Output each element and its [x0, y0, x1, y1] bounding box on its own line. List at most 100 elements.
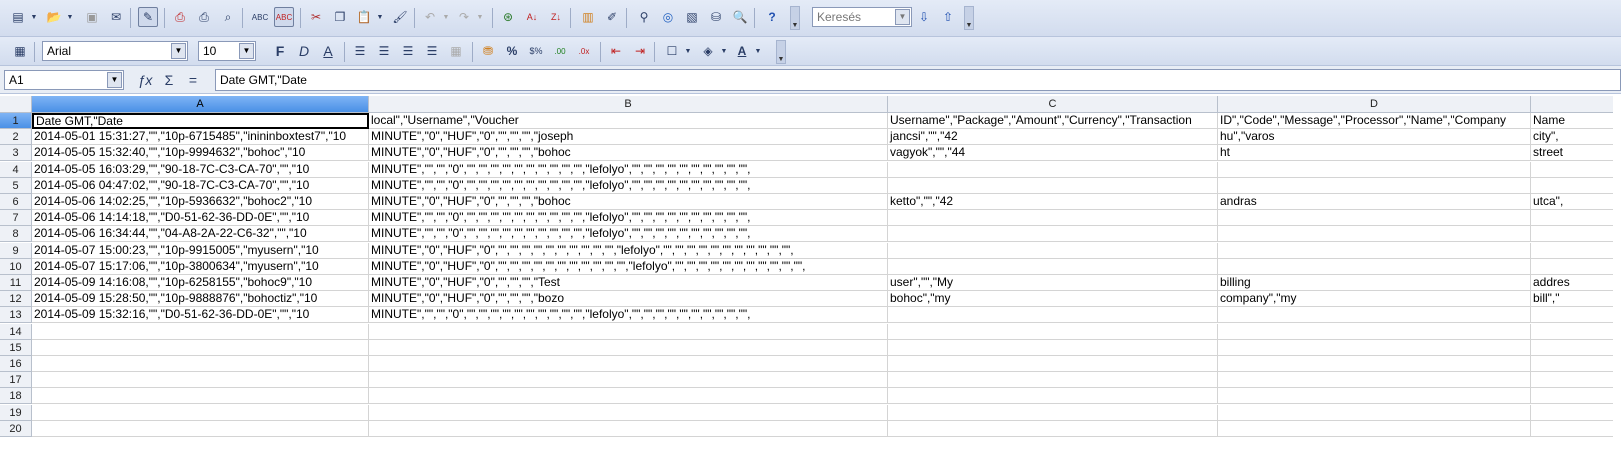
- row-header[interactable]: 20: [0, 420, 32, 437]
- font-color-dropdown-icon[interactable]: ▼: [752, 41, 764, 61]
- cell-b4[interactable]: MINUTE","","","0","","","","","","","","…: [369, 161, 888, 178]
- cell-d12[interactable]: company","my: [1218, 291, 1531, 308]
- cell-b3[interactable]: MINUTE","0","HUF","0","","","","bohoc: [369, 145, 888, 162]
- print-preview-icon[interactable]: ⌕: [218, 7, 238, 27]
- cell-e2[interactable]: city",: [1531, 129, 1621, 146]
- cell-c3[interactable]: vagyok","","44: [888, 145, 1218, 162]
- cell-a7[interactable]: 2014-05-06 14:14:18,"","D0-51-62-36-DD-0…: [32, 210, 369, 227]
- gallery-icon[interactable]: ▧: [682, 7, 702, 27]
- row-header[interactable]: 14: [0, 323, 32, 340]
- pdf-icon[interactable]: ⎙: [170, 7, 190, 27]
- formula-input[interactable]: Date GMT,"Date: [215, 69, 1621, 91]
- underline-button[interactable]: A: [318, 41, 338, 61]
- cell-a9[interactable]: 2014-05-07 15:00:23,"","10p-9915005","my…: [32, 242, 369, 259]
- redo-dropdown-icon[interactable]: ▼: [474, 7, 486, 27]
- row-header[interactable]: 3: [0, 145, 32, 162]
- cell-b16[interactable]: [369, 356, 888, 372]
- merge-cells-icon[interactable]: ▦: [446, 41, 466, 61]
- cell-c9[interactable]: [888, 242, 1218, 259]
- cell-c1[interactable]: Username","Package","Amount","Currency",…: [888, 113, 1218, 129]
- borders-icon[interactable]: ☐: [662, 41, 682, 61]
- row-header[interactable]: 10: [0, 258, 32, 275]
- new-icon[interactable]: ▤: [8, 7, 28, 27]
- cell-a1[interactable]: Date GMT,"Date: [32, 113, 369, 129]
- cell-e10[interactable]: [1531, 258, 1621, 275]
- cell-e16[interactable]: [1531, 356, 1621, 372]
- currency-format-icon[interactable]: ⛃: [478, 41, 498, 61]
- cell-c16[interactable]: [888, 356, 1218, 372]
- cell-d8[interactable]: [1218, 226, 1531, 243]
- row-header[interactable]: 7: [0, 210, 32, 227]
- cell-e19[interactable]: [1531, 404, 1621, 421]
- row-header[interactable]: 16: [0, 356, 32, 372]
- align-right-icon[interactable]: ☰: [398, 41, 418, 61]
- copy-icon[interactable]: ❐: [330, 7, 350, 27]
- borders-dropdown-icon[interactable]: ▼: [682, 41, 694, 61]
- find-next-icon[interactable]: ⇩: [914, 7, 934, 27]
- cell-e12[interactable]: bill",": [1531, 291, 1621, 308]
- cell-d15[interactable]: [1218, 339, 1531, 356]
- column-header-b[interactable]: B: [369, 96, 888, 113]
- align-left-icon[interactable]: ☰: [350, 41, 370, 61]
- cell-b15[interactable]: [369, 339, 888, 356]
- cell-c2[interactable]: jancsi","","42: [888, 129, 1218, 146]
- cell-a2[interactable]: 2014-05-01 15:31:27,"","10p-6715485","in…: [32, 129, 369, 146]
- justify-icon[interactable]: ☰: [422, 41, 442, 61]
- row-header[interactable]: 1: [0, 113, 32, 129]
- function-icon[interactable]: =: [182, 71, 204, 89]
- undo-dropdown-icon[interactable]: ▼: [440, 7, 452, 27]
- draw-functions-icon[interactable]: ✐: [602, 7, 622, 27]
- chevron-down-icon[interactable]: ▼: [171, 43, 186, 59]
- row-header[interactable]: 13: [0, 307, 32, 324]
- cell-e13[interactable]: [1531, 307, 1621, 324]
- cell-a16[interactable]: [32, 356, 369, 372]
- toolbar-overflow-icon[interactable]: ▼: [776, 40, 786, 64]
- cell-c20[interactable]: [888, 420, 1218, 437]
- cell-c11[interactable]: user","","My: [888, 275, 1218, 291]
- paste-icon[interactable]: 📋: [354, 7, 374, 27]
- cell-d7[interactable]: [1218, 210, 1531, 227]
- autospellcheck-icon[interactable]: ABC: [274, 7, 294, 27]
- cell-b13[interactable]: MINUTE","","","0","","","","","","","","…: [369, 307, 888, 324]
- cell-c15[interactable]: [888, 339, 1218, 356]
- cell-b19[interactable]: [369, 404, 888, 421]
- cell-c12[interactable]: bohoc","my: [888, 291, 1218, 308]
- undo-icon[interactable]: ↶: [420, 7, 440, 27]
- cell-c18[interactable]: [888, 388, 1218, 405]
- cell-a17[interactable]: [32, 372, 369, 389]
- cell-d16[interactable]: [1218, 356, 1531, 372]
- paste-dropdown-icon[interactable]: ▼: [374, 7, 386, 27]
- cell-a11[interactable]: 2014-05-09 14:16:08,"","10p-6258155","bo…: [32, 275, 369, 291]
- cell-a3[interactable]: 2014-05-05 15:32:40,"","10p-9994632","bo…: [32, 145, 369, 162]
- cell-e18[interactable]: [1531, 388, 1621, 405]
- chevron-down-icon[interactable]: ▼: [239, 43, 254, 59]
- cell-e1[interactable]: Name: [1531, 113, 1621, 129]
- cell-e17[interactable]: [1531, 372, 1621, 389]
- cell-a12[interactable]: 2014-05-09 15:28:50,"","10p-9888876","bo…: [32, 291, 369, 308]
- cell-d13[interactable]: [1218, 307, 1531, 324]
- cell-c10[interactable]: [888, 258, 1218, 275]
- function-wizard-icon[interactable]: ƒx: [134, 71, 156, 89]
- cell-b12[interactable]: MINUTE","0","HUF","0","","","","bozo: [369, 291, 888, 308]
- cell-a14[interactable]: [32, 323, 369, 340]
- cell-e11[interactable]: addres: [1531, 275, 1621, 291]
- font-size-select[interactable]: 10 ▼: [198, 41, 256, 61]
- cell-a6[interactable]: 2014-05-06 14:02:25,"","10p-5936632","bo…: [32, 194, 369, 210]
- cell-b2[interactable]: MINUTE","0","HUF","0","","","","joseph: [369, 129, 888, 146]
- cell-e6[interactable]: utca",: [1531, 194, 1621, 210]
- spellcheck-icon[interactable]: ABC: [250, 7, 270, 27]
- open-dropdown-icon[interactable]: ▼: [64, 7, 76, 27]
- find-replace-icon[interactable]: ⚲: [634, 7, 654, 27]
- cell-b14[interactable]: [369, 323, 888, 340]
- new-dropdown-icon[interactable]: ▼: [28, 7, 40, 27]
- cell-e20[interactable]: [1531, 420, 1621, 437]
- cell-b10[interactable]: MINUTE","0","HUF","0","","","","","","",…: [369, 258, 888, 275]
- cell-c14[interactable]: [888, 323, 1218, 340]
- row-header[interactable]: 6: [0, 194, 32, 210]
- cell-b9[interactable]: MINUTE","0","HUF","0","","","","","","",…: [369, 242, 888, 259]
- search-input[interactable]: Keresés ▼: [812, 7, 912, 27]
- cell-c19[interactable]: [888, 404, 1218, 421]
- cell-e9[interactable]: [1531, 242, 1621, 259]
- delete-decimal-icon[interactable]: .0x: [574, 41, 594, 61]
- cell-a19[interactable]: [32, 404, 369, 421]
